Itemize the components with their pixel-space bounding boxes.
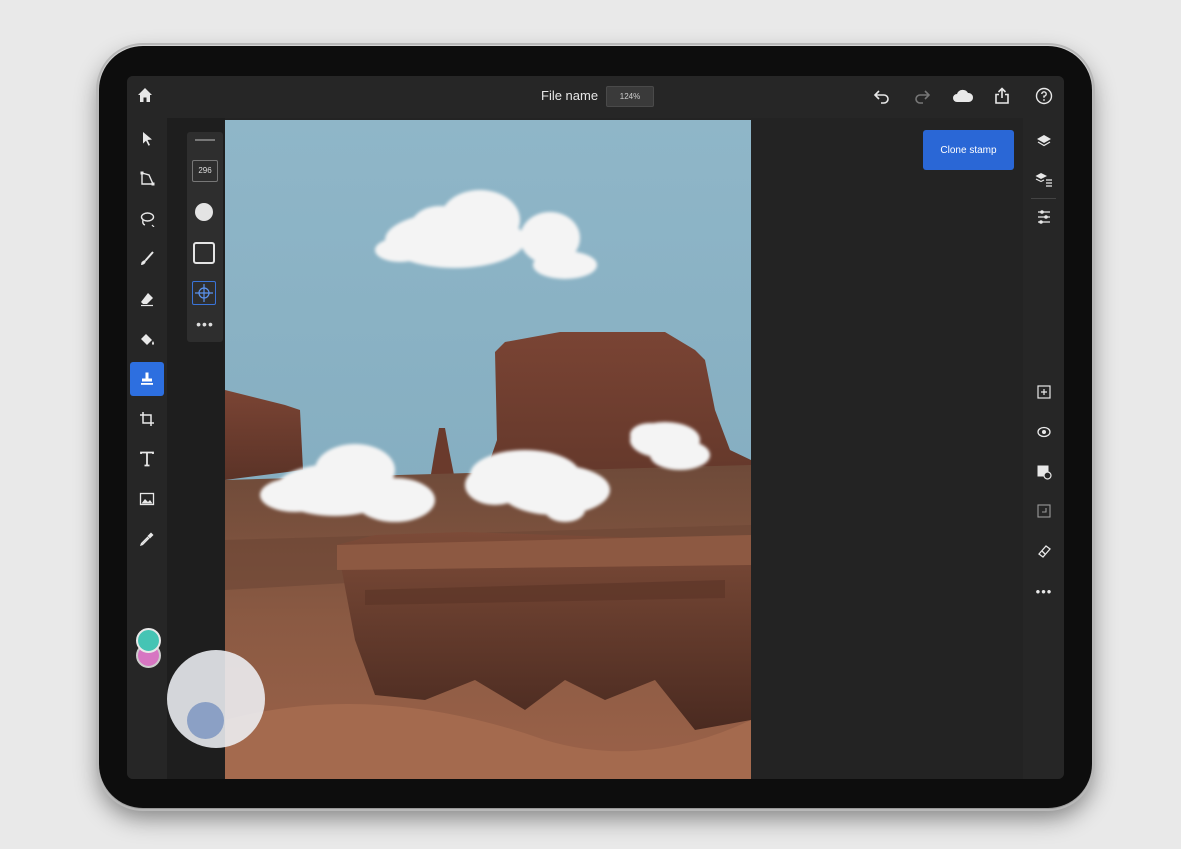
brush-shape-icon[interactable] [193, 242, 215, 264]
brush-icon[interactable] [130, 242, 164, 276]
select-icon[interactable] [130, 122, 164, 156]
right-toolbar: ••• [1023, 118, 1064, 779]
left-toolbar [127, 118, 167, 779]
clone-stamp-icon[interactable] [130, 362, 164, 396]
visibility-icon[interactable] [1033, 421, 1055, 443]
add-layer-icon[interactable] [1033, 381, 1055, 403]
panel-handle[interactable] [195, 139, 215, 141]
arrange-icon[interactable] [1033, 500, 1055, 522]
crop-icon[interactable] [130, 402, 164, 436]
brush-size-field[interactable]: 296 [192, 160, 218, 182]
clone-stamp-button[interactable]: Clone stamp [923, 130, 1014, 170]
clone-source-cursor[interactable] [187, 702, 224, 739]
text-icon[interactable] [130, 442, 164, 476]
canvas-image[interactable] [225, 120, 751, 779]
file-name[interactable]: File name [541, 88, 598, 103]
more-icon[interactable]: ••• [1033, 580, 1055, 602]
app-screen: File name 124% 296 ••• Clone stamp ••• [127, 76, 1064, 779]
help-icon[interactable] [1035, 87, 1053, 105]
heal-icon[interactable] [1033, 540, 1055, 562]
clone-source-icon[interactable] [192, 281, 216, 305]
transform-icon[interactable] [130, 162, 164, 196]
mask-icon[interactable] [1033, 461, 1055, 483]
redo-icon[interactable] [913, 87, 931, 105]
eyedropper-icon[interactable] [130, 522, 164, 556]
image-icon[interactable] [130, 482, 164, 516]
lasso-icon[interactable] [130, 202, 164, 236]
undo-icon[interactable] [873, 87, 891, 105]
tool-options-panel: 296 ••• [187, 132, 223, 342]
more-options-icon[interactable]: ••• [187, 317, 223, 331]
share-icon[interactable] [993, 87, 1011, 105]
cloud-icon[interactable] [952, 87, 974, 105]
layer-properties-icon[interactable] [1033, 168, 1055, 190]
eraser-icon[interactable] [130, 282, 164, 316]
top-bar: File name 124% [127, 76, 1064, 118]
home-icon[interactable] [137, 87, 153, 108]
tablet-frame: File name 124% 296 ••• Clone stamp ••• [96, 43, 1095, 811]
brush-hardness-icon[interactable] [195, 203, 213, 221]
adjustments-icon[interactable] [1033, 206, 1055, 228]
layers-icon[interactable] [1033, 130, 1055, 152]
foreground-color-swatch[interactable] [136, 628, 161, 653]
fill-icon[interactable] [130, 322, 164, 356]
zoom-level[interactable]: 124% [606, 86, 654, 107]
divider [1031, 198, 1056, 199]
